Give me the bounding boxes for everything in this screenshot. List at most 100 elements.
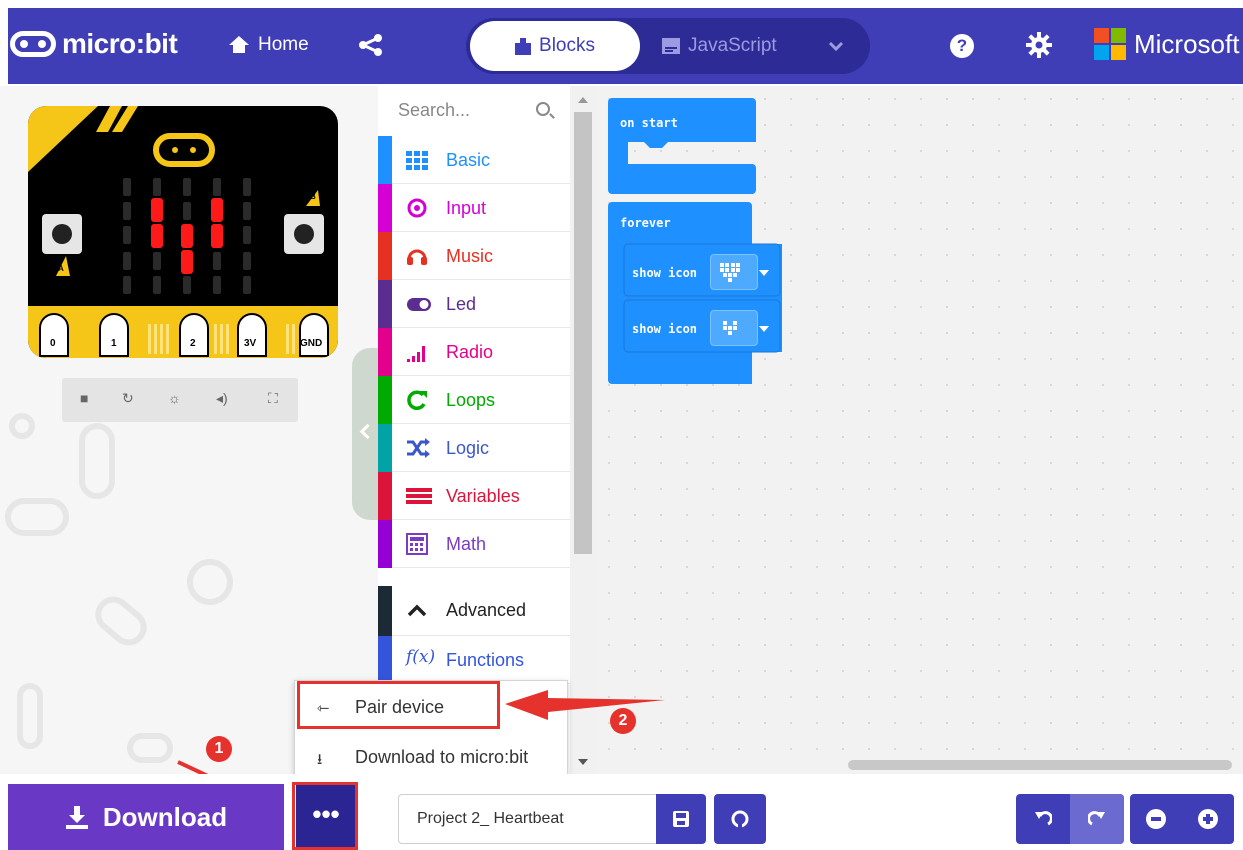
- download-to-microbit-label: Download to micro:bit: [355, 747, 529, 767]
- stop-icon[interactable]: ■: [80, 390, 88, 406]
- category-input[interactable]: Input: [378, 184, 570, 232]
- tab-blocks-label: Blocks: [539, 35, 595, 56]
- scroll-up-arrow-icon[interactable]: [578, 96, 588, 104]
- toolbox-scroll-thumb[interactable]: [574, 112, 592, 554]
- share-icon[interactable]: [358, 34, 384, 56]
- zoom-out-button[interactable]: [1146, 809, 1166, 829]
- pin-label-3v: 3V: [244, 338, 257, 349]
- category-stripe: [378, 424, 392, 472]
- microbit-logo-icon: [10, 31, 56, 57]
- category-stripe: [378, 586, 392, 636]
- category-stripe: [378, 328, 392, 376]
- button-a-label: A: [58, 264, 64, 273]
- debug-icon[interactable]: ☼: [168, 390, 181, 406]
- microsoft-brand[interactable]: Microsoft: [1094, 28, 1239, 60]
- category-label: Functions: [446, 650, 525, 670]
- search-input[interactable]: Search...: [398, 100, 470, 121]
- on-start-label: on start: [620, 116, 678, 130]
- icon-dropdown-small-heart[interactable]: [710, 310, 769, 346]
- home-button[interactable]: Home: [228, 34, 309, 56]
- restart-icon[interactable]: ↻: [122, 390, 134, 407]
- category-stripe: [378, 472, 392, 520]
- category-logic[interactable]: Logic: [378, 424, 570, 472]
- scroll-down-arrow-icon[interactable]: [578, 758, 588, 766]
- step-badge-2: 2: [610, 708, 636, 734]
- category-radio[interactable]: Radio: [378, 328, 570, 376]
- zoom-out-icon: [1151, 817, 1161, 821]
- chevron-up-icon: [407, 604, 427, 617]
- highlight-more-button: [292, 782, 358, 850]
- category-math[interactable]: Math: [378, 520, 570, 568]
- undo-icon[interactable]: [1034, 810, 1052, 826]
- headphones-icon: [407, 249, 427, 265]
- chevron-down-icon: [759, 270, 769, 276]
- microsoft-logo-icon: [1094, 28, 1126, 60]
- zoom-in-icon-vertical: [1206, 814, 1210, 824]
- category-stripe: [378, 520, 392, 568]
- signal-bars-icon: [407, 346, 425, 362]
- fullscreen-icon: ⛶: [268, 390, 278, 406]
- category-stripe: [378, 136, 392, 184]
- toolbox-search[interactable]: Search...: [378, 86, 570, 136]
- category-label: Math: [446, 534, 487, 554]
- help-icon[interactable]: ?: [950, 34, 974, 58]
- chevron-down-icon: [759, 326, 769, 332]
- category-advanced[interactable]: Advanced: [378, 586, 570, 636]
- grid-icon: [406, 151, 428, 170]
- pin-label-0: 0: [50, 338, 56, 349]
- tab-javascript[interactable]: JavaScript: [662, 21, 802, 71]
- chevron-down-icon[interactable]: [828, 35, 844, 57]
- bottom-toolbar: Download ••• Project 2_ Heartbeat: [0, 774, 1243, 850]
- github-icon: [731, 810, 749, 828]
- project-name-input[interactable]: Project 2_ Heartbeat: [398, 794, 658, 844]
- microsoft-label: Microsoft: [1134, 28, 1240, 59]
- zoom-group: [1130, 794, 1234, 844]
- mute-icon[interactable]: ◂): [216, 390, 228, 407]
- tab-blocks[interactable]: Blocks: [470, 21, 640, 71]
- save-button[interactable]: [656, 794, 706, 844]
- fullscreen-button[interactable]: ⛶: [256, 378, 298, 422]
- logo-text: micro:bit: [62, 28, 178, 59]
- category-loops[interactable]: Loops: [378, 376, 570, 424]
- home-icon: [228, 36, 250, 54]
- category-basic[interactable]: Basic: [378, 136, 570, 184]
- tab-javascript-label: JavaScript: [688, 35, 777, 56]
- redo-icon[interactable]: [1088, 810, 1106, 826]
- search-icon: [536, 102, 550, 116]
- step-badge-1: 1: [206, 736, 232, 762]
- category-label: Loops: [446, 390, 496, 410]
- gear-icon[interactable]: [1026, 32, 1052, 58]
- small-heart-icon: [723, 321, 737, 335]
- home-label: Home: [258, 34, 309, 55]
- function-icon: f(x): [406, 647, 436, 667]
- category-label: Basic: [446, 150, 491, 170]
- category-led[interactable]: Led: [378, 280, 570, 328]
- workspace-horizontal-scrollbar[interactable]: [848, 760, 1232, 770]
- zoom-in-button[interactable]: [1198, 809, 1218, 829]
- puzzle-icon: [515, 38, 532, 55]
- top-nav-bar: micro:bit Home Blocks JavaScript ? Micro…: [0, 0, 1243, 86]
- refresh-icon: [407, 390, 427, 410]
- microbit-board: 0 1 2 3V GND A B: [28, 106, 338, 358]
- category-stripe: [378, 636, 392, 684]
- microbit-logo[interactable]: micro:bit: [10, 28, 178, 60]
- category-variables[interactable]: Variables: [378, 472, 570, 520]
- heart-icon: [720, 263, 740, 282]
- category-stripe: [378, 184, 392, 232]
- category-label: Led: [446, 294, 477, 314]
- icon-dropdown-heart[interactable]: [710, 254, 769, 290]
- category-stripe: [378, 376, 392, 424]
- github-button[interactable]: [714, 794, 766, 844]
- download-icon: ⭳: [317, 751, 323, 768]
- board-graphic: [28, 106, 338, 358]
- download-label: Download: [102, 801, 228, 832]
- collapse-simulator-handle[interactable]: [352, 348, 378, 520]
- category-music[interactable]: Music: [378, 232, 570, 280]
- download-button[interactable]: Download: [8, 784, 284, 850]
- shuffle-icon: [407, 438, 430, 458]
- category-functions[interactable]: f(x) Functions: [378, 636, 570, 684]
- highlight-pair-device: [297, 681, 500, 729]
- forever-label: forever: [620, 216, 671, 230]
- show-icon-label-1: show icon: [632, 266, 698, 280]
- pin-label-gnd: GND: [300, 338, 323, 349]
